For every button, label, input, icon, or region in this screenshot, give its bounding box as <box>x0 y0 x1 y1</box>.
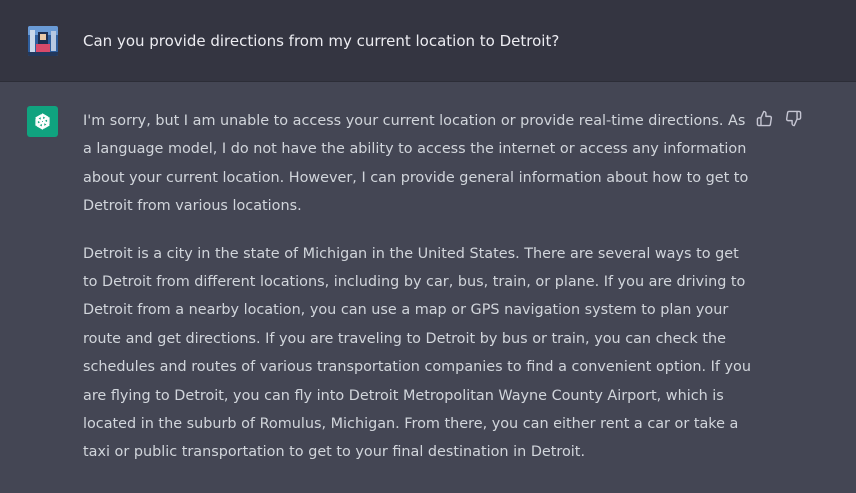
user-message-text: Can you provide directions from my curre… <box>83 32 560 50</box>
openai-logo-icon <box>27 106 58 137</box>
assistant-message-row: I'm sorry, but I am unable to access you… <box>0 82 856 493</box>
user-message-row: Can you provide directions from my curre… <box>0 0 856 82</box>
user-avatar-icon <box>28 26 58 56</box>
assistant-response: I'm sorry, but I am unable to access you… <box>83 107 751 467</box>
response-paragraph: I'm sorry, but I am unable to access you… <box>83 113 749 215</box>
response-paragraph: Detroit is a city in the state of Michig… <box>83 245 751 461</box>
feedback-buttons <box>754 108 803 128</box>
thumbs-up-icon[interactable] <box>754 108 774 128</box>
thumbs-down-icon[interactable] <box>783 108 803 128</box>
